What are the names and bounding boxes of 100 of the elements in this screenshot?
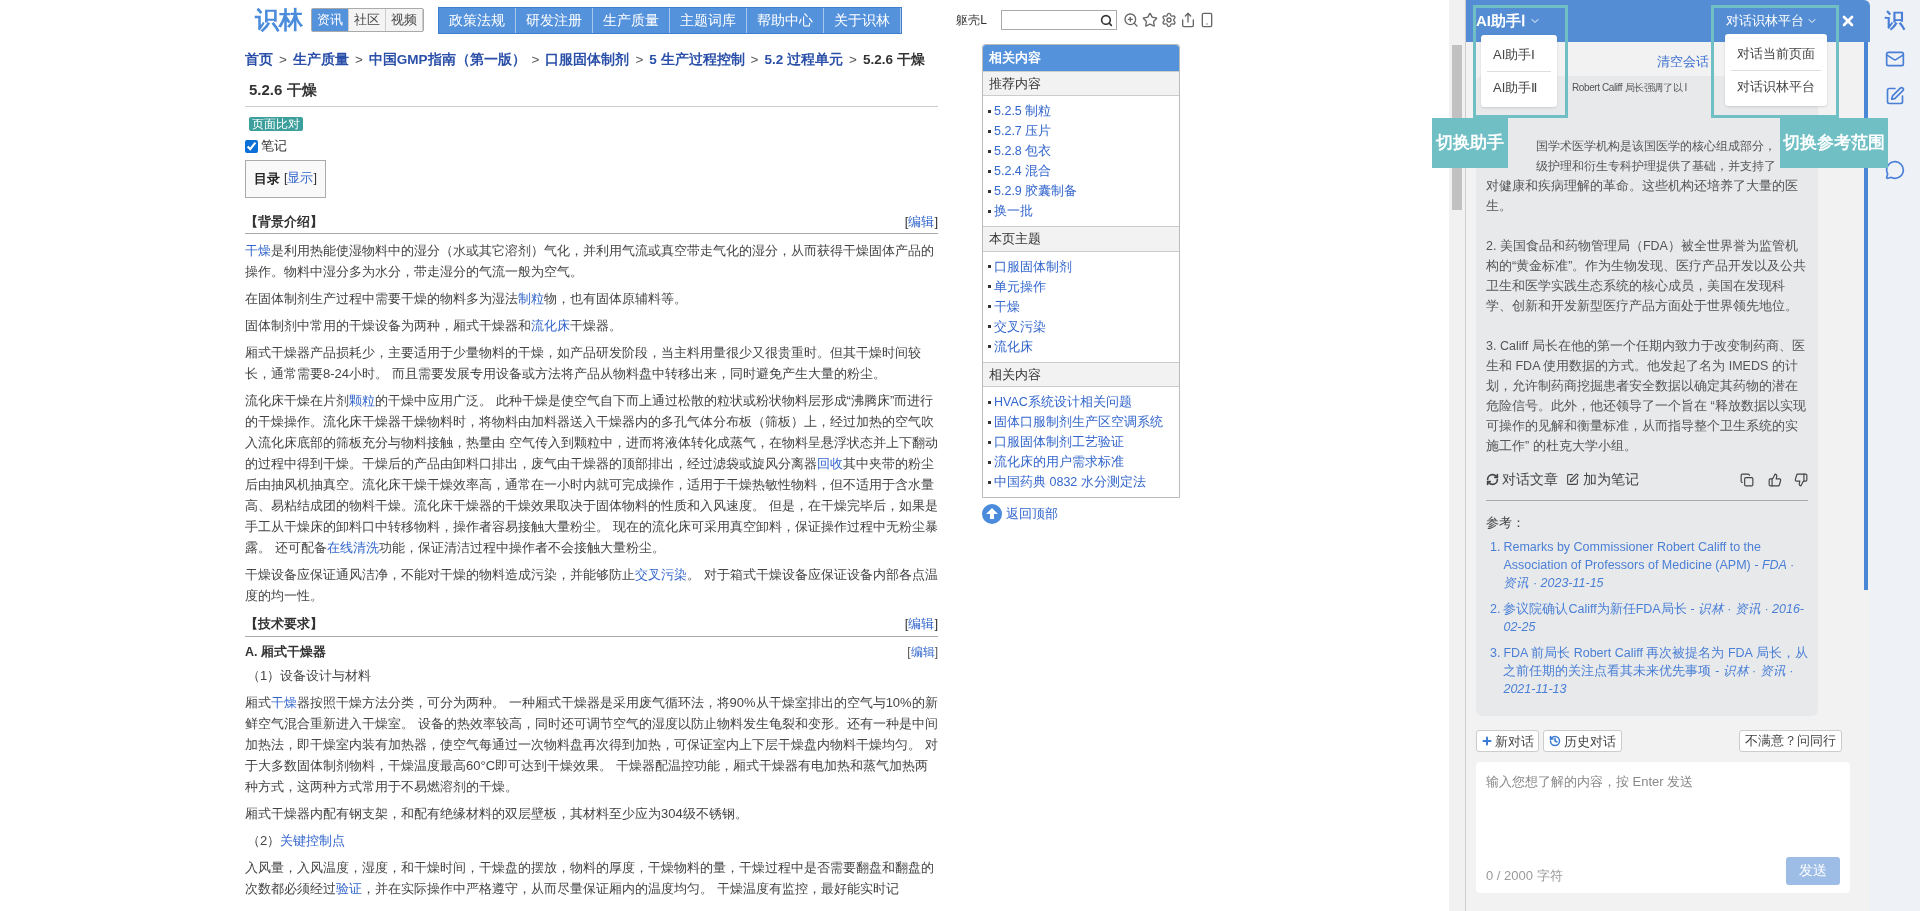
message-text: 级护理和衍生专科护理提供了基础，并支持了 [1536,158,1776,174]
related-link[interactable]: 换一批 [994,201,1033,221]
dropdown-option[interactable]: 对话当前页面 [1731,38,1821,71]
paragraph: 流化床干燥在片剂颗粒的干燥中应用广泛。 此种干燥是使空气自下而上通过松散的粒状或粉状物料层形成“沸腾床”而进行的干燥操作。流化床干燥器干燥物料时，将物料由加料器送入干燥器内的多孔气体分布板（筛板）上，经过加热的空气吹入流化床底部的筛板充分与物料接触，热量由 空气传入到颗粒中，进而将液体转化成蒸气，在物料呈悬浮状态并上下翻动的过程中得到干燥。干燥后的产品由卸料口排出，废气由干燥器的顶部排出，经过滤袋或旋风分离器回收其中夹带的粉尘后由抽风机抽真空。流化床干燥干燥效率高，通常在一小时内就可完成操作，适用于干燥热敏性物料，但不适用于含水量高、易粘结成团的物料干燥。流化床干燥器的干燥效果取决于固体物料的性质和入风速度。 但是，在干燥完毕后，如果是手工从干燥床的卸料口中转移物料，操作者容易接触大量粉尘。 现在的流化床可采用真空卸料，保证操作过程中无粉尘暴露。 还可配备在线清洗功能，保证清洁过程中操作者不会接触大量粉尘。 [245,392,938,557]
breadcrumb-link[interactable]: 5.2 过程单元 [764,50,843,71]
bullet-icon [988,325,991,328]
dropdown-option[interactable]: 对话识林平台 [1731,70,1821,102]
related-link[interactable]: HVAC系统设计相关问题 [994,392,1132,412]
edit-link[interactable]: 编辑 [908,213,935,229]
message-text: Robert Califf 局长强调了以 I [1572,80,1687,95]
history-button[interactable]: 历史对话 [1543,730,1622,753]
related-link[interactable]: 固体口服制剂生产区空调系统 [994,412,1163,432]
breadcrumb-link[interactable]: 中国GMP指南（第一版） [368,50,526,71]
dropdown-option[interactable]: AI助手Ⅰ [1487,39,1551,72]
arrow-up-circle-icon[interactable] [982,504,1002,524]
paragraph: 厢式干燥器内配有钢支架，和配有绝缘材料的双层壁板，其材料至少应为304级不锈钢。 [245,805,749,824]
rail-logo[interactable]: 识 [1885,8,1905,32]
nav-menu-item[interactable]: 政策法规 [439,7,516,33]
paragraph: 入风量，入风温度，湿度，和干燥时间，干燥盘的摆放，物料的厚度，干燥物料的量，干燥过程中是否需要翻盘和翻盘的次数都必须经过验证，并在实际操作中严格遵守，从而尽量保证厢内的温度均匀。 干燥温度有监控，最好能实时记 [245,859,935,899]
message-paragraph: 2. 美国食品和药物管理局（FDA）被全世界誉为监管机构的“黄金标准”。作为生物发现、医疗产品开发以及公共卫生和医学实践生态系统的核心成员，美国在发现科学、创新和开发新型医疗产品方面处于世界领先地位。 [1486,237,1808,315]
site-tab[interactable]: 资讯 [312,9,349,31]
search-icon[interactable] [1100,13,1113,27]
assistant-select[interactable]: AI助手Ⅰ [1476,9,1541,33]
search-field[interactable] [1001,10,1117,30]
text-link[interactable]: 回收 [817,456,843,471]
nav-menu-item[interactable]: 研发注册 [516,7,593,33]
ask-peers-button[interactable]: 不满意？问同行 [1739,730,1842,753]
related-link[interactable]: 口服固体制剂工艺验证 [994,432,1124,452]
chat-article-button[interactable]: 对话文章 [1486,469,1558,490]
group-heading: 本页主题 [983,226,1179,252]
site-tab[interactable]: 社区 [349,9,386,31]
breadcrumb-current: 5.2.6 干燥 [862,51,925,69]
checkbox-label: 笔记 [261,138,287,156]
nav-menu-item[interactable]: 帮助中心 [747,7,824,33]
related-link[interactable]: 中国药典 0832 水分测定法 [994,472,1146,492]
edit-icon[interactable] [1885,86,1905,106]
reference-link[interactable]: FDA 前局长 Robert Califf 再次被提名为 FDA 局长，从之前任期的关注点看其未来优先事项 - 识林 · 资讯 · 2021-11-13 [1503,644,1808,699]
related-link[interactable]: 干燥 [994,296,1020,317]
related-link[interactable]: 交叉污染 [994,316,1046,337]
zoom-in-icon[interactable] [1123,12,1139,28]
bullet-icon [988,305,991,308]
close-icon[interactable] [1840,13,1856,29]
dropdown-option[interactable]: AI助手Ⅱ [1487,71,1551,103]
history-icon [1549,735,1561,748]
related-link[interactable]: 口服固体制剂 [994,256,1072,277]
text-link[interactable]: 关键控制点 [280,833,346,849]
text-link[interactable]: 颗粒 [349,393,375,408]
copy-icon[interactable] [1740,472,1754,487]
bullet-icon [988,109,991,113]
user-name[interactable]: 躯壳L [956,11,987,29]
text-link[interactable]: 制粒 [518,291,544,306]
edit-link[interactable]: 编辑 [908,616,935,631]
related-link[interactable]: 5.2.4 混合 [994,161,1052,181]
nav-menu-item[interactable]: 主题词库 [670,7,747,33]
breadcrumb-link[interactable]: 首页 [245,50,273,71]
paragraph: 厢式干燥器按照干燥方法分类，可分为两种。 一种厢式干燥器是采用废气循环法，将90%从干燥室排出的空气与10%的新鲜空气混合重新进入干燥室。 设备的热效率较高，同时还可调节空气的湿度以防止物料发生龟裂和变形。还有一种是中间加热法，即干燥室内装有加热器，使空气每通过一次物料盘再次得到加热，可保证室内上下层干燥盘内物料干燥均匀。 对于大多数固体制剂物料，干燥温度最高60°C即可达到干燥效果。 干燥器配温控功能，厢式干燥器有电加热和蒸气加热两种方式，这两种方式常用于不易燃溶剂的干燥。 [245,694,938,797]
smartphone-icon[interactable] [1199,12,1215,28]
clear-chat-link[interactable]: 清空会话 [1657,52,1709,72]
plus-icon [1481,735,1493,748]
mail-icon[interactable] [1885,49,1905,69]
site-logo[interactable]: 识林 [255,2,303,38]
reference-link[interactable]: 参议院确认Califf为新任FDA局长 - 识林 · 资讯 · 2016-02-25 [1503,600,1808,637]
reference-link[interactable]: Remarks by Commissioner Robert Califf to the Association of Professors of Medicine (APM) - FDA · 资讯 · 2023-11-15 [1503,538,1808,593]
nav-menu-item[interactable]: 生产质量 [593,7,670,33]
breadcrumb-link[interactable]: 生产质量 [292,50,349,71]
text-link[interactable]: 干燥 [245,243,271,258]
toc-toggle: [显示] [284,169,317,189]
settings-icon[interactable] [1161,12,1177,28]
bullet-icon [988,440,991,444]
text-link[interactable]: 交叉污染 [635,567,687,582]
breadcrumb-link[interactable]: 5 生产过程控制 [649,50,745,71]
site-tab[interactable]: 视频 [386,9,423,31]
star-icon[interactable] [1142,12,1158,28]
reference-number: 3. [1490,645,1501,663]
text-link[interactable]: 在线清洗 [326,540,379,555]
related-link[interactable]: 5.2.7 压片 [994,121,1052,141]
share-icon[interactable] [1180,12,1196,28]
text-link[interactable]: 干燥 [271,695,297,711]
item-heading: （2）关键控制点 [246,832,347,851]
note-checkbox[interactable] [245,140,258,154]
thumbs-down-icon[interactable] [1794,472,1808,487]
bullet-icon [988,480,991,484]
related-link[interactable]: 流化床的用户需求标准 [994,452,1124,472]
related-link[interactable]: 5.2.9 胶囊制备 [994,181,1078,201]
text-link[interactable]: 流化床 [531,318,570,333]
comment-icon[interactable] [1885,160,1905,180]
breadcrumb-separator: > [354,51,363,69]
related-link[interactable]: 流化床 [994,336,1033,357]
scope-select[interactable]: 对话识林平台 [1726,11,1818,31]
related-link[interactable]: 5.2.8 包衣 [994,141,1052,161]
related-link[interactable]: 单元操作 [994,276,1046,297]
back-to-top-link[interactable]: 返回顶部 [1006,504,1058,524]
related-link[interactable]: 5.2.5 制粒 [994,101,1052,121]
nav-menu-item[interactable]: 关于识林 [824,7,901,33]
compare-badge[interactable]: 页面比对 [249,117,303,132]
add-note-button[interactable]: 加为笔记 [1566,469,1639,490]
breadcrumb-link[interactable]: 口服固体制剂 [545,50,630,71]
thumbs-up-icon[interactable] [1768,472,1782,487]
new-chat-button[interactable]: 新对话 [1476,730,1539,753]
text-link[interactable]: 验证 [336,881,362,897]
